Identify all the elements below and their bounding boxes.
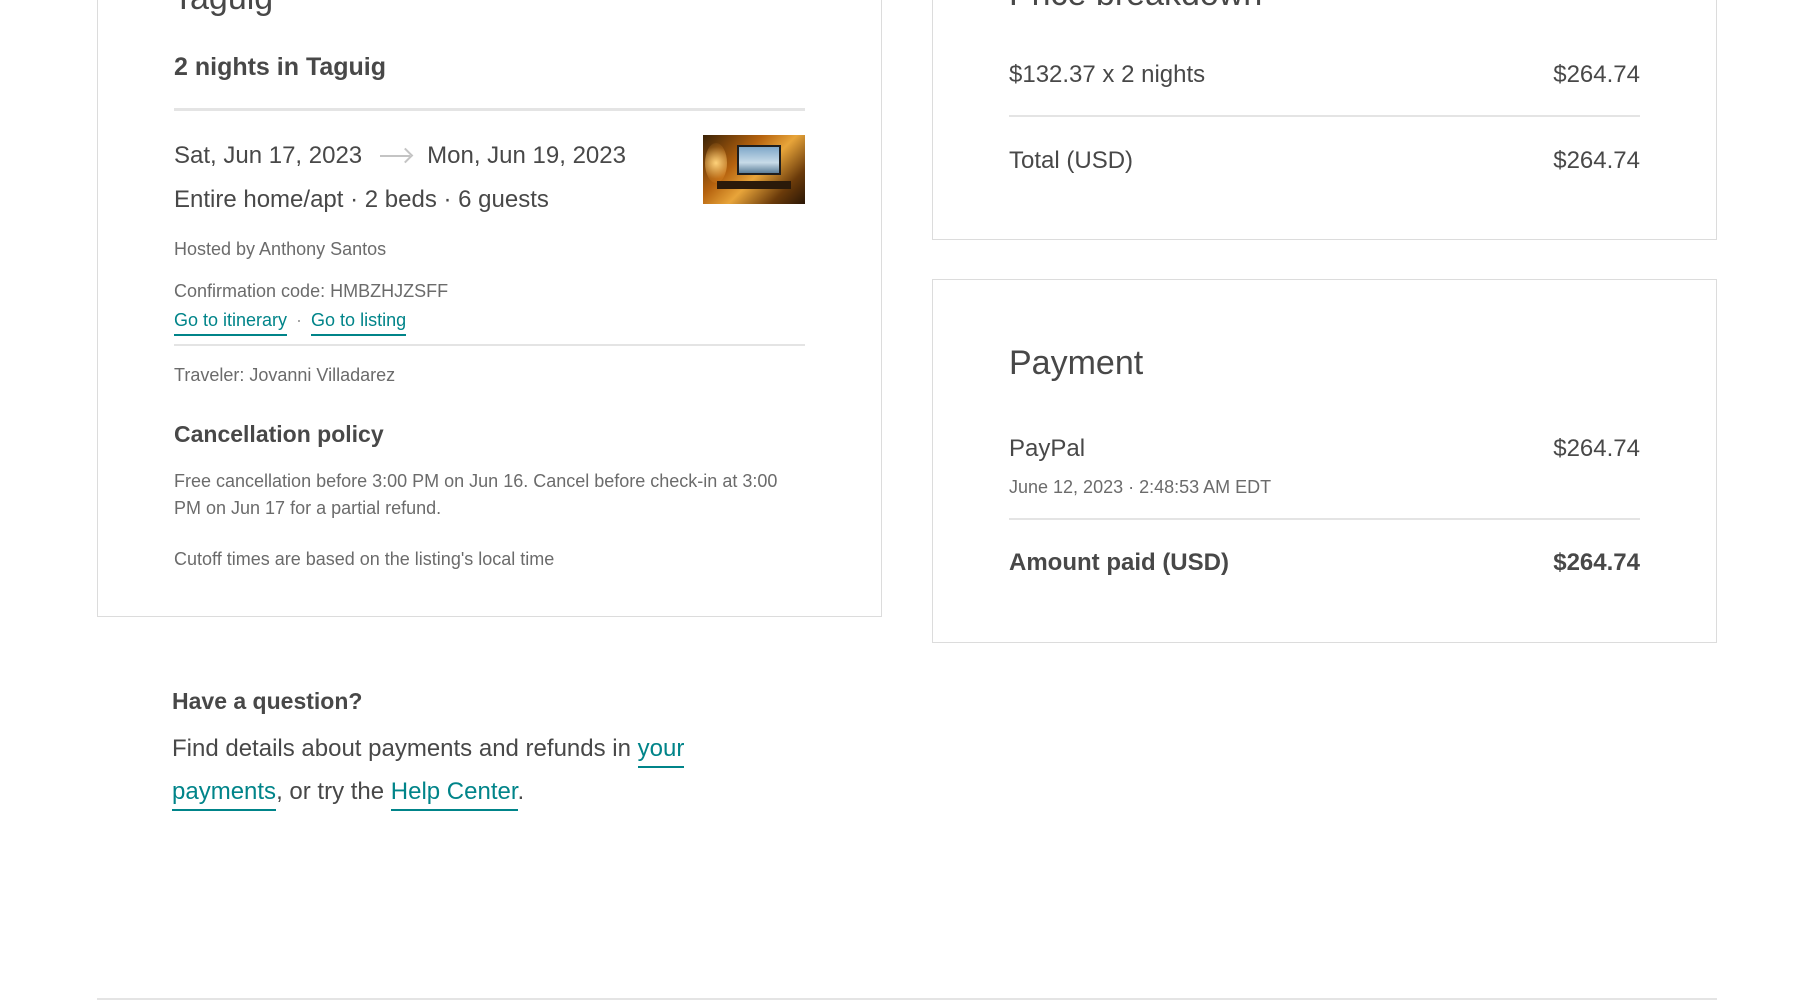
price-breakdown-heading: Price breakdown xyxy=(1009,0,1262,14)
hosted-by: Hosted by Anthony Santos xyxy=(174,239,387,259)
go-to-itinerary-link[interactable]: Go to itinerary xyxy=(174,310,288,336)
cancellation-policy-title: Cancellation policy xyxy=(174,421,384,447)
check-out-date: Mon, Jun 19, 2023 xyxy=(427,142,626,169)
listing-thumbnail[interactable] xyxy=(703,135,805,204)
nightly-rate-label: $132.37 x 2 nights xyxy=(1009,61,1206,88)
payment-card: Payment PayPal $264.74 June 12, 2023 · 2… xyxy=(932,279,1717,643)
reservation-links: Go to itinerary · Go to listing xyxy=(174,310,805,336)
price-breakdown-card: Price breakdown $132.37 x 2 nights $264.… xyxy=(932,0,1717,240)
divider xyxy=(174,108,805,111)
divider xyxy=(1009,518,1640,520)
reservation-heading: Taguig xyxy=(173,0,273,18)
traveler-name: Traveler: Jovanni Villadarez xyxy=(174,365,396,385)
help-section: Have a question? Find details about paym… xyxy=(172,688,772,813)
payment-method-row: PayPal $264.74 xyxy=(1009,435,1640,463)
cancellation-policy-text: Free cancellation before 3:00 PM on Jun … xyxy=(174,471,778,518)
cutoff-note: Cutoff times are based on the listing's … xyxy=(174,549,555,569)
reservation-card: Taguig 2 nights in Taguig Sat, Jun 17, 2… xyxy=(97,0,882,617)
nightly-rate-amount: $264.74 xyxy=(1553,61,1640,88)
total-amount: $264.74 xyxy=(1553,147,1640,174)
amount-paid-value: $264.74 xyxy=(1553,549,1640,576)
payment-method: PayPal xyxy=(1009,435,1086,462)
go-to-listing-link[interactable]: Go to listing xyxy=(311,310,407,336)
payment-date: June 12, 2023 · 2:48:53 AM EDT xyxy=(1009,477,1272,497)
total-row: Total (USD) $264.74 xyxy=(1009,147,1640,175)
amount-paid-label: Amount paid (USD) xyxy=(1009,549,1229,576)
help-center-link[interactable]: Help Center xyxy=(390,778,518,811)
amount-paid-row: Amount paid (USD) $264.74 xyxy=(1009,549,1640,577)
help-title: Have a question? xyxy=(172,688,363,714)
help-text-before: Find details about payments and refunds … xyxy=(172,735,638,762)
help-text: Find details about payments and refunds … xyxy=(172,727,772,813)
confirmation-code: Confirmation code: HMBZHJZSFF xyxy=(174,281,449,301)
payment-method-amount: $264.74 xyxy=(1553,435,1640,462)
divider xyxy=(174,344,805,346)
nightly-rate-row: $132.37 x 2 nights $264.74 xyxy=(1009,61,1640,89)
payment-title: Payment xyxy=(1009,344,1144,382)
link-separator: · xyxy=(296,310,303,330)
divider xyxy=(1009,115,1640,117)
check-in-date: Sat, Jun 17, 2023 xyxy=(174,142,363,169)
arrow-right-icon xyxy=(380,155,411,157)
total-label: Total (USD) xyxy=(1009,147,1134,174)
help-text-middle: , or try the xyxy=(276,778,391,805)
nights-title: 2 nights in Taguig xyxy=(174,53,387,81)
help-text-after: . xyxy=(517,778,525,805)
